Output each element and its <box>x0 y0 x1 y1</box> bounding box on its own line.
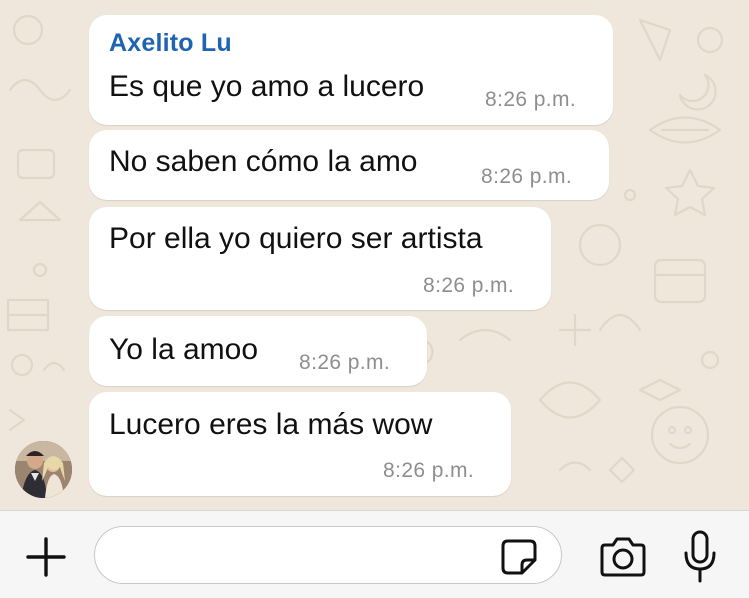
message-text: Yo la amoo <box>109 333 259 366</box>
message-timestamp: 8:26 p.m. <box>485 88 577 111</box>
message-input[interactable] <box>94 526 562 584</box>
chat-background: Axelito Lu Es que yo amo a lucero 8:26 p… <box>0 0 749 510</box>
sticker-icon[interactable] <box>500 538 538 576</box>
message-timestamp: 8:26 p.m. <box>383 459 475 482</box>
sender-name[interactable]: Axelito Lu <box>109 29 232 58</box>
message-text: Es que yo amo a lucero <box>109 70 425 103</box>
message-timestamp: 8:26 p.m. <box>299 351 391 374</box>
message-bubble[interactable]: No saben cómo la amo 8:26 p.m. <box>89 130 609 200</box>
message-text: Por ella yo quiero ser artista <box>109 222 483 255</box>
sender-avatar[interactable] <box>15 441 72 498</box>
message-timestamp: 8:26 p.m. <box>423 274 515 297</box>
message-text: Lucero eres la más wow <box>109 408 433 441</box>
plus-icon[interactable] <box>24 535 68 579</box>
message-bubble[interactable]: Yo la amoo 8:26 p.m. <box>89 316 427 386</box>
message-timestamp: 8:26 p.m. <box>481 165 573 188</box>
camera-icon[interactable] <box>598 535 648 579</box>
avatar-photo <box>15 441 72 498</box>
message-text: No saben cómo la amo <box>109 145 418 178</box>
message-bubble[interactable]: Lucero eres la más wow 8:26 p.m. <box>89 392 511 496</box>
microphone-icon[interactable] <box>682 529 718 585</box>
message-input-bar <box>0 510 749 598</box>
message-bubble[interactable]: Axelito Lu Es que yo amo a lucero 8:26 p… <box>89 15 613 125</box>
message-bubble[interactable]: Por ella yo quiero ser artista 8:26 p.m. <box>89 207 551 310</box>
